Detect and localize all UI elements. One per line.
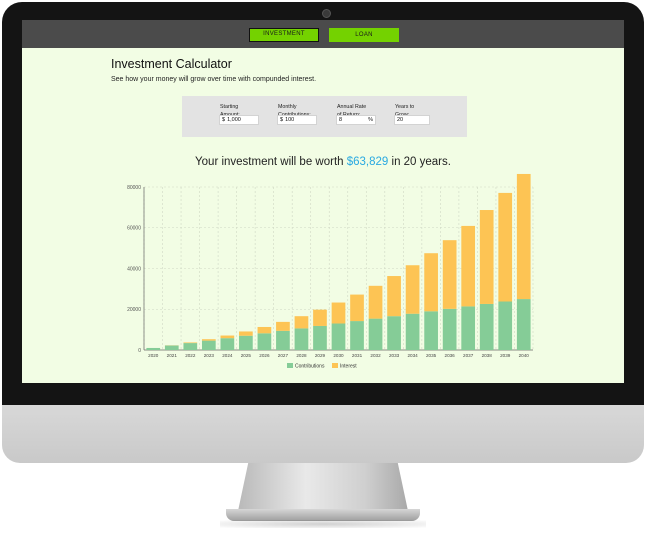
bar-interest [239,331,253,336]
x-tick-label: 2037 [463,353,474,358]
x-tick-label: 2025 [241,353,252,358]
x-tick-label: 2027 [278,353,289,358]
x-tick-label: 2039 [500,353,511,358]
bar-contributions [146,347,161,350]
y-tick-label: 60000 [127,226,141,232]
bar-interest [368,285,383,319]
bar-contributions [183,343,198,350]
x-tick-label: 2038 [482,353,493,358]
x-tick-label: 2032 [370,353,381,358]
bar-interest [276,321,290,331]
bar-contributions [294,328,309,350]
x-tick-label: 2020 [148,353,159,358]
x-tick-label: 2029 [315,353,326,358]
bar-contributions [276,330,290,350]
bar-interest [257,326,272,334]
bar-interest [516,173,531,300]
x-tick-label: 2033 [389,353,400,358]
x-tick-label: 2023 [204,353,215,358]
x-tick-label: 2040 [519,353,530,358]
x-tick-label: 2036 [445,353,456,358]
monitor-stand [238,463,408,511]
x-tick-label: 2024 [222,353,233,358]
monitor-shadow [220,520,426,528]
bar-interest [424,253,438,312]
bar-contributions [387,316,401,350]
legend-swatch-contributions [287,363,293,368]
bar-interest [461,225,476,307]
bar-contributions [479,303,494,350]
y-tick-label: 20000 [127,307,141,313]
y-tick-label: 40000 [127,266,141,272]
x-tick-label: 2021 [167,353,178,358]
bar-contributions [257,333,272,350]
x-tick-label: 2034 [407,353,418,358]
x-tick-label: 2031 [352,353,363,358]
legend-label-interest: Interest [340,363,357,369]
x-tick-label: 2028 [296,353,307,358]
bar-contributions [461,306,476,350]
legend-swatch-interest [332,363,338,368]
bar-interest [183,342,198,344]
bar-interest [294,316,309,329]
bar-interest [479,210,494,304]
webcam-icon [322,9,331,18]
legend-label-contributions: Contributions [295,363,325,369]
bar-contributions [331,323,346,350]
bar-interest [387,276,401,317]
x-tick-label: 2030 [333,353,344,358]
bar-contributions [350,321,364,350]
bar-interest [331,302,346,324]
bar-interest [201,339,216,341]
bar-contributions [405,313,420,350]
bar-interest [350,294,364,322]
bar-interest [405,265,420,314]
bar-interest [220,335,235,339]
x-tick-label: 2026 [259,353,270,358]
bar-contributions [442,308,457,350]
y-tick-label: 0 [138,348,141,354]
monitor-chin [2,405,644,463]
bar-interest [442,240,457,309]
x-tick-label: 2035 [426,353,437,358]
bar-contributions [201,340,216,350]
growth-chart: 0 20000 40000 60000 80000 2020 2021 2022 2023 202… [127,173,534,369]
bar-interest [313,309,327,326]
bar-contributions [498,301,513,350]
bar-contributions [368,318,383,350]
bar-contributions [313,325,327,350]
bar-contributions [164,345,179,350]
app-screen: INVESTMENT LOAN Investment Calculator Se… [22,20,624,383]
x-tick-label: 2022 [185,353,196,358]
y-tick-label: 80000 [127,185,141,191]
bar-contributions [239,335,253,350]
bar-contributions [424,311,438,350]
bar-contributions [220,338,235,350]
bar-interest [498,192,513,302]
bar-contributions [516,299,531,350]
